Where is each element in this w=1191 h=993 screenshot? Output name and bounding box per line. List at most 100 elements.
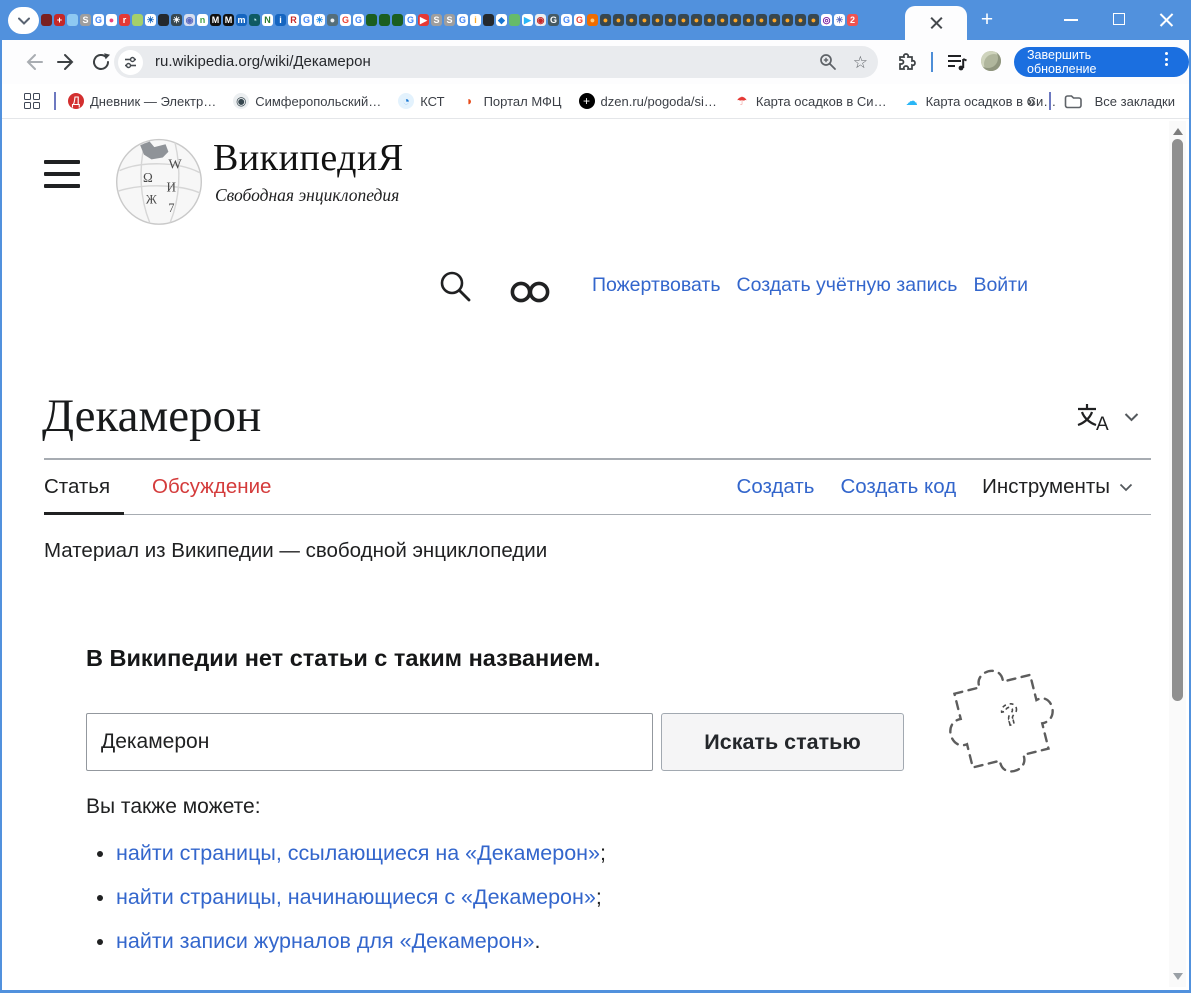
address-bar[interactable]: ru.wikipedia.org/wiki/Декамерон ☆	[114, 46, 878, 78]
browser-tab-favicon[interactable]: ☀	[834, 14, 845, 26]
browser-tab-favicon[interactable]: r	[119, 14, 130, 26]
browser-tab-favicon[interactable]: ●	[795, 14, 806, 26]
suggestion-link[interactable]: найти записи журналов для «Декамерон»	[116, 929, 534, 953]
browser-tab-favicon[interactable]: S	[431, 14, 442, 26]
new-tab-button[interactable]: +	[975, 8, 999, 32]
browser-tab-favicon[interactable]: G	[405, 14, 416, 26]
browser-tab-favicon[interactable]: ●	[743, 14, 754, 26]
browser-tab-favicon[interactable]: G	[561, 14, 572, 26]
main-menu-hamburger-button[interactable]	[44, 160, 80, 188]
extensions-puzzle-icon[interactable]	[896, 52, 917, 73]
browser-tab-favicon[interactable]: ◉	[184, 14, 195, 26]
bookmark-item[interactable]: + dzen.ru/pogoda/si…	[579, 93, 717, 109]
browser-menu-icon[interactable]	[1165, 52, 1168, 66]
browser-tab-favicon[interactable]: S	[80, 14, 91, 26]
apps-grid-icon[interactable]	[24, 93, 40, 109]
url-text[interactable]: ru.wikipedia.org/wiki/Декамерон	[155, 46, 371, 77]
update-browser-button[interactable]: Завершить обновление	[1014, 47, 1189, 77]
browser-tab-favicon[interactable]: 2	[847, 14, 858, 26]
bookmark-item[interactable]: Д Дневник — Электр…	[68, 93, 216, 109]
tools-menu-button[interactable]: Инструменты	[982, 475, 1133, 499]
browser-tab-favicon[interactable]: ●	[704, 14, 715, 26]
wikipedia-globe-logo[interactable]: W Ω И Ж 7	[112, 133, 206, 227]
back-button[interactable]	[22, 51, 44, 73]
window-minimize-button[interactable]	[1064, 19, 1078, 21]
browser-tab-favicon[interactable]	[392, 14, 403, 26]
browser-tab-favicon[interactable]: G	[574, 14, 585, 26]
browser-tab-favicon[interactable]: G	[457, 14, 468, 26]
wikipedia-wordmark[interactable]: ВикипедиЯ	[213, 136, 404, 180]
search-icon[interactable]	[438, 269, 474, 305]
browser-tab-favicon[interactable]: M	[223, 14, 234, 26]
browser-titlebar[interactable]: +SG●r☀☀◉nMMm◔NiRG☀●GGG▶SSGi◆▶◉GGG●●●●●●●…	[0, 0, 1191, 40]
browser-tab-favicon[interactable]: ●	[665, 14, 676, 26]
browser-tab-favicon[interactable]: G	[301, 14, 312, 26]
suggestion-link[interactable]: найти страницы, ссылающиеся на «Декамеро…	[116, 841, 600, 865]
browser-tab-favicon[interactable]: ☀	[145, 14, 156, 26]
appearance-glasses-icon[interactable]	[508, 279, 556, 305]
zoom-icon[interactable]	[819, 53, 837, 71]
browser-tab-favicon[interactable]	[158, 14, 169, 26]
bookmark-item[interactable]: ☂ Карта осадков в Си…	[734, 93, 887, 109]
browser-tab-favicon[interactable]: ●	[613, 14, 624, 26]
media-controls-icon[interactable]	[946, 52, 968, 72]
all-bookmarks-button[interactable]: Все закладки	[1095, 94, 1175, 109]
active-tab[interactable]	[905, 6, 967, 40]
browser-tab-favicon[interactable]: i	[470, 14, 481, 26]
site-info-button[interactable]	[118, 50, 143, 75]
bookmarks-overflow-button[interactable]: »	[1027, 93, 1035, 110]
browser-tab-favicon[interactable]: ◔	[249, 14, 260, 26]
browser-tab-favicon[interactable]	[509, 14, 520, 26]
browser-tab-favicon[interactable]: ◆	[496, 14, 507, 26]
reload-button[interactable]	[90, 51, 112, 73]
browser-tab-favicon[interactable]: ▶	[522, 14, 533, 26]
browser-tab-favicon[interactable]: ●	[678, 14, 689, 26]
browser-tab-favicon[interactable]: N	[262, 14, 273, 26]
browser-tab-favicon[interactable]: ●	[587, 14, 598, 26]
window-maximize-button[interactable]	[1113, 13, 1125, 25]
search-article-button[interactable]: Искать статью	[661, 713, 904, 771]
browser-tab-favicon[interactable]	[41, 14, 52, 26]
browser-tab-favicon[interactable]	[132, 14, 143, 26]
browser-tab-favicon[interactable]: ●	[106, 14, 117, 26]
tab-close-icon[interactable]	[930, 17, 943, 30]
tab-create-code[interactable]: Создать код	[840, 475, 956, 499]
browser-tab-favicon[interactable]: S	[444, 14, 455, 26]
browser-tab-favicon[interactable]: ●	[769, 14, 780, 26]
browser-tab-favicon[interactable]: ●	[808, 14, 819, 26]
tab-talk-redlink[interactable]: Обсуждение	[152, 475, 271, 499]
browser-tab-favicon[interactable]: ●	[756, 14, 767, 26]
extension-sprite-icon[interactable]	[981, 51, 1001, 71]
scrollbar-down-arrow[interactable]	[1173, 973, 1183, 980]
bookmark-star-icon[interactable]: ☆	[853, 54, 868, 71]
scrollbar-thumb[interactable]	[1172, 139, 1183, 701]
browser-tab-favicon[interactable]: i	[275, 14, 286, 26]
browser-tab-favicon[interactable]: ●	[639, 14, 650, 26]
browser-tab-favicon[interactable]	[379, 14, 390, 26]
wiki-nav-link[interactable]: Войти	[973, 274, 1028, 297]
browser-tab-favicon[interactable]: ●	[691, 14, 702, 26]
browser-tab-favicon[interactable]: G	[340, 14, 351, 26]
article-search-input[interactable]	[86, 713, 653, 771]
browser-tab-favicon[interactable]: ●	[782, 14, 793, 26]
browser-tab-favicon[interactable]	[67, 14, 78, 26]
tab-article[interactable]: Статья	[44, 475, 110, 499]
browser-tab-favicon[interactable]: ◎	[821, 14, 832, 26]
scrollbar-up-arrow[interactable]	[1173, 128, 1183, 135]
bookmark-item[interactable]: ◗ Портал МФЦ	[462, 93, 562, 109]
language-selector-button[interactable]: A	[1076, 402, 1139, 432]
forward-button[interactable]	[56, 51, 78, 73]
bookmark-item[interactable]: ◔ КСТ	[398, 93, 444, 109]
browser-tab-favicon[interactable]: ◉	[535, 14, 546, 26]
tab-create[interactable]: Создать	[737, 475, 815, 499]
browser-tab-favicon[interactable]: ●	[730, 14, 741, 26]
browser-tab-favicon[interactable]: ●	[626, 14, 637, 26]
browser-tab-favicon[interactable]: ●	[652, 14, 663, 26]
browser-tab-favicon[interactable]: M	[210, 14, 221, 26]
browser-tab-favicon[interactable]: n	[197, 14, 208, 26]
browser-tab-favicon[interactable]: +	[54, 14, 65, 26]
browser-tab-favicon[interactable]: G	[548, 14, 559, 26]
browser-tab-favicon[interactable]: G	[93, 14, 104, 26]
browser-tab-favicon[interactable]: ☀	[314, 14, 325, 26]
browser-tab-favicon[interactable]: ●	[600, 14, 611, 26]
